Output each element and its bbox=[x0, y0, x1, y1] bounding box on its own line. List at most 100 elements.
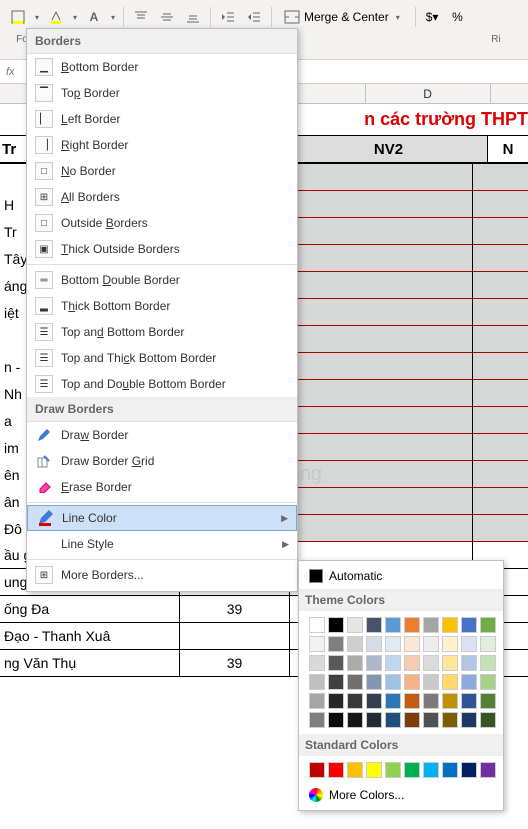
color-swatch[interactable] bbox=[404, 762, 420, 778]
color-swatch[interactable] bbox=[404, 693, 420, 709]
cell[interactable] bbox=[473, 218, 528, 245]
column-header-d[interactable]: D bbox=[366, 84, 491, 103]
cell[interactable] bbox=[290, 434, 473, 461]
automatic-color-item[interactable]: Automatic bbox=[303, 565, 499, 587]
color-swatch[interactable] bbox=[309, 712, 325, 728]
color-swatch[interactable] bbox=[309, 693, 325, 709]
color-swatch[interactable] bbox=[442, 712, 458, 728]
color-swatch[interactable] bbox=[347, 674, 363, 690]
color-swatch[interactable] bbox=[461, 636, 477, 652]
draw_border-item[interactable]: Draw Border bbox=[27, 422, 297, 448]
font-color-dropdown[interactable]: ▾ bbox=[108, 13, 118, 22]
color-swatch[interactable] bbox=[461, 617, 477, 633]
color-swatch[interactable] bbox=[442, 674, 458, 690]
color-swatch[interactable] bbox=[480, 617, 496, 633]
color-swatch[interactable] bbox=[442, 636, 458, 652]
top_thick_bottom-item[interactable]: ☰Top and Thick Bottom Border bbox=[27, 345, 297, 371]
color-swatch[interactable] bbox=[309, 655, 325, 671]
color-swatch[interactable] bbox=[404, 655, 420, 671]
accounting-format-button[interactable]: $ ▾ bbox=[421, 6, 444, 28]
font-fill-dropdown[interactable]: ▾ bbox=[70, 13, 80, 22]
fill-color-dropdown[interactable]: ▾ bbox=[32, 13, 42, 22]
fill-color-button[interactable] bbox=[6, 6, 30, 28]
color-swatch[interactable] bbox=[366, 762, 382, 778]
cell[interactable] bbox=[473, 272, 528, 299]
cell[interactable] bbox=[473, 461, 528, 488]
color-swatch[interactable] bbox=[480, 636, 496, 652]
color-swatch[interactable] bbox=[366, 655, 382, 671]
color-swatch[interactable] bbox=[385, 617, 401, 633]
percent-button[interactable]: % bbox=[445, 6, 469, 28]
color-swatch[interactable] bbox=[328, 674, 344, 690]
decrease-indent-button[interactable] bbox=[216, 6, 240, 28]
bottom_double-item[interactable]: ═Bottom Double Border bbox=[27, 267, 297, 293]
color-swatch[interactable] bbox=[480, 693, 496, 709]
cell[interactable] bbox=[290, 326, 473, 353]
color-swatch[interactable] bbox=[442, 762, 458, 778]
color-swatch[interactable] bbox=[461, 674, 477, 690]
col-header-e[interactable] bbox=[491, 84, 528, 103]
cell[interactable]: 39 bbox=[180, 596, 290, 622]
color-swatch[interactable] bbox=[423, 617, 439, 633]
color-swatch[interactable] bbox=[347, 762, 363, 778]
color-swatch[interactable] bbox=[347, 712, 363, 728]
color-swatch[interactable] bbox=[385, 636, 401, 652]
color-swatch[interactable] bbox=[385, 693, 401, 709]
color-swatch[interactable] bbox=[347, 655, 363, 671]
color-swatch[interactable] bbox=[480, 712, 496, 728]
cell[interactable] bbox=[473, 191, 528, 218]
merge-dropdown[interactable]: ▾ bbox=[393, 13, 403, 22]
color-swatch[interactable] bbox=[423, 762, 439, 778]
cell[interactable] bbox=[290, 299, 473, 326]
align-middle-button[interactable] bbox=[155, 6, 179, 28]
font-fill-button[interactable] bbox=[44, 6, 68, 28]
cell[interactable] bbox=[473, 326, 528, 353]
color-swatch[interactable] bbox=[347, 617, 363, 633]
cell[interactable] bbox=[180, 623, 290, 649]
color-swatch[interactable] bbox=[385, 712, 401, 728]
color-swatch[interactable] bbox=[309, 762, 325, 778]
color-swatch[interactable] bbox=[328, 655, 344, 671]
cell[interactable] bbox=[290, 191, 473, 218]
erase-item[interactable]: Erase Border bbox=[27, 474, 297, 500]
color-swatch[interactable] bbox=[423, 636, 439, 652]
col-header-c[interactable] bbox=[290, 84, 366, 103]
top_bottom-item[interactable]: ☰Top and Bottom Border bbox=[27, 319, 297, 345]
color-swatch[interactable] bbox=[366, 712, 382, 728]
color-swatch[interactable] bbox=[385, 762, 401, 778]
cell[interactable] bbox=[473, 353, 528, 380]
cell[interactable] bbox=[473, 488, 528, 515]
left-item[interactable]: ▏Left Border bbox=[27, 106, 297, 132]
line-color-item[interactable]: Line Color ▶ bbox=[27, 505, 297, 531]
color-swatch[interactable] bbox=[442, 655, 458, 671]
more-colors-item[interactable]: More Colors... bbox=[303, 784, 499, 806]
color-swatch[interactable] bbox=[461, 693, 477, 709]
cell[interactable] bbox=[473, 299, 528, 326]
right-item[interactable]: ▕Right Border bbox=[27, 132, 297, 158]
color-swatch[interactable] bbox=[366, 674, 382, 690]
cell[interactable] bbox=[290, 245, 473, 272]
align-bottom-button[interactable] bbox=[181, 6, 205, 28]
color-swatch[interactable] bbox=[404, 674, 420, 690]
cell[interactable] bbox=[473, 164, 528, 191]
no-item[interactable]: □No Border bbox=[27, 158, 297, 184]
color-swatch[interactable] bbox=[328, 617, 344, 633]
color-swatch[interactable] bbox=[309, 674, 325, 690]
cell[interactable] bbox=[473, 434, 528, 461]
cell[interactable]: 39 bbox=[180, 650, 290, 676]
cell[interactable] bbox=[473, 245, 528, 272]
color-swatch[interactable] bbox=[328, 636, 344, 652]
color-swatch[interactable] bbox=[309, 617, 325, 633]
color-swatch[interactable] bbox=[404, 617, 420, 633]
color-swatch[interactable] bbox=[404, 636, 420, 652]
color-swatch[interactable] bbox=[347, 693, 363, 709]
color-swatch[interactable] bbox=[461, 762, 477, 778]
cell[interactable] bbox=[290, 515, 473, 542]
color-swatch[interactable] bbox=[404, 712, 420, 728]
color-swatch[interactable] bbox=[328, 712, 344, 728]
color-swatch[interactable] bbox=[423, 712, 439, 728]
color-swatch[interactable] bbox=[423, 655, 439, 671]
line-style-item[interactable]: Line Style ▶ bbox=[27, 531, 297, 557]
all-item[interactable]: ⊞All Borders bbox=[27, 184, 297, 210]
color-swatch[interactable] bbox=[366, 693, 382, 709]
